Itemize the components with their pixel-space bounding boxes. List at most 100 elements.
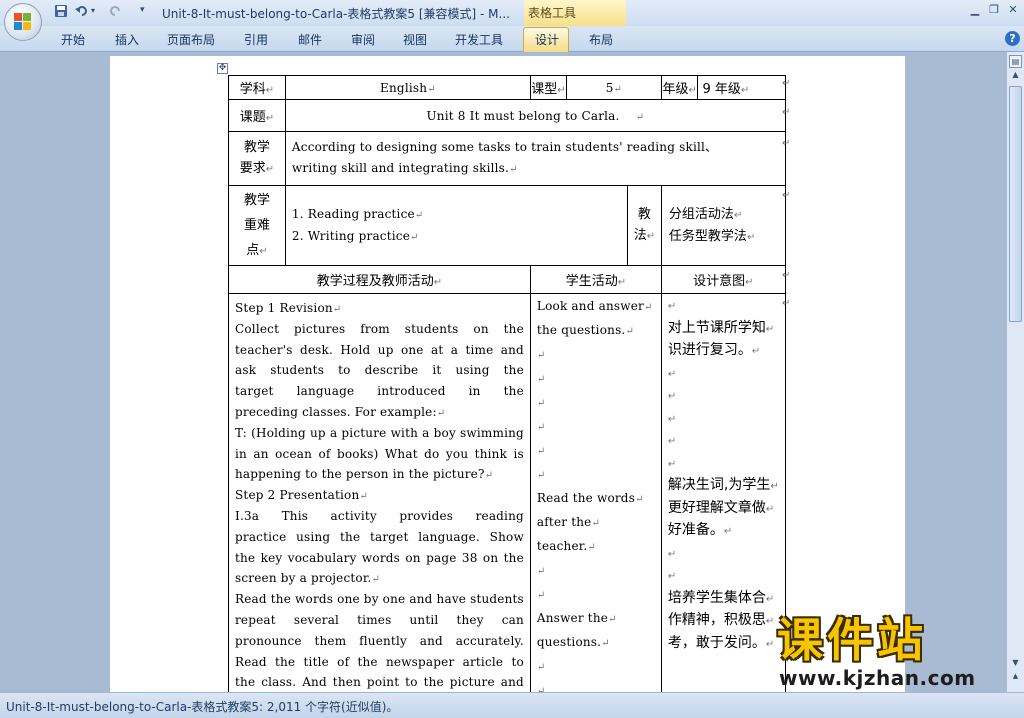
document-page[interactable]: ✥ 学科↵ English↵ 课型↵ 5↵ 年级↵ 9 年级↵ 课题↵ Unit… (110, 56, 905, 692)
line-text: Read the words (536, 491, 636, 505)
restore-icon[interactable]: ❐ (986, 3, 1002, 17)
requirement-line-2: writing skill and integrating skills.↵ (291, 161, 518, 175)
student-line: ↵ (537, 462, 655, 486)
requirement-label-line: 教学 (243, 140, 270, 155)
subject-value-cell[interactable]: English↵ (284, 75, 531, 100)
method-label-line: 教 (637, 207, 651, 222)
paragraph-mark-icon: ↵ (667, 571, 677, 582)
line-text: the class. And then point to the picture… (235, 675, 524, 690)
student-line: the questions.↵ (537, 318, 655, 342)
tab-design[interactable]: 设计 (535, 31, 559, 48)
tab-page-layout[interactable]: 页面布局 (167, 31, 215, 48)
office-button[interactable] (4, 3, 42, 41)
paragraph-mark-icon: ↵ (643, 302, 653, 313)
tab-home[interactable]: 开始 (61, 31, 85, 48)
method-label-cell: 教 法↵ (626, 185, 662, 266)
lesson-plan-table: 学科↵ English↵ 课型↵ 5↵ 年级↵ 9 年级↵ 课题↵ Unit 8… (228, 75, 786, 692)
paragraph-mark-icon: ↵ (751, 346, 761, 357)
paragraph-mark-icon: ↵ (587, 542, 596, 553)
line-text: Look and answer (536, 299, 644, 313)
ruler-toggle-icon[interactable]: ▤ (1009, 55, 1022, 68)
line-text: after the (536, 515, 592, 529)
scroll-thumb[interactable] (1009, 86, 1022, 322)
title-bar (0, 0, 1024, 26)
method-label-line-2: 法↵ (633, 228, 656, 243)
paragraph-mark-icon: ↵ (770, 481, 779, 492)
process-line: the class. And then point to the picture… (235, 672, 524, 692)
status-text: Unit-8-It-must-belong-to-Carla-表格式教案5: 2… (6, 700, 399, 714)
process-content-cell[interactable]: Step 1 Revision↵ Collect pictures from st… (228, 293, 531, 692)
line-text: teacher's desk. Hold up one at a time an… (235, 342, 524, 357)
intent-content-cell[interactable]: ↵ 对上节课所学知↵ 识进行复习。↵ ↵ ↵ ↵ ↵ ↵ 解决生词,为学生↵ 更好理解文章做↵ 好准… (660, 293, 786, 692)
minimize-icon[interactable]: ▁ (967, 3, 983, 17)
previous-page-icon[interactable]: ▲ (1009, 672, 1022, 681)
process-line: Collect pictures from students on the (235, 319, 524, 340)
redo-icon[interactable] (108, 4, 122, 20)
topic-value-cell[interactable]: Unit 8 It must belong to Carla. ↵ (284, 99, 786, 132)
line-text: 对上节课所学知 (667, 319, 766, 336)
paragraph-mark-icon: ↵ (332, 304, 342, 315)
paragraph-mark-icon: ↵ (591, 518, 601, 529)
difficulty-label-line: 重难 (243, 217, 270, 233)
intent-line: 好准备。↵ (668, 519, 779, 542)
scroll-down-icon[interactable]: ▼ (1009, 658, 1022, 672)
tab-review[interactable]: 审阅 (351, 31, 375, 48)
save-icon[interactable] (54, 4, 68, 20)
row-end-mark: ↵ (782, 78, 791, 89)
row-end-mark: ↵ (782, 298, 791, 309)
window-title: Unit-8-It-must-belong-to-Carla-表格式教案5 [兼… (162, 7, 510, 21)
row-end-mark: ↵ (782, 190, 791, 201)
intent-line: 解决生词,为学生↵ (668, 474, 779, 497)
line-text: practice using the target language. Show (235, 529, 524, 544)
requirement-line: According to designing some tasks to tra… (291, 140, 718, 154)
line-text: T: (Holding up a picture with a boy swim… (235, 425, 524, 440)
undo-icon[interactable] (75, 4, 89, 20)
grade-value-cell[interactable]: 9 年级↵ (697, 75, 786, 100)
table-tools-label: 表格工具 (528, 6, 577, 20)
student-line: ↵ (537, 390, 655, 414)
method-value-cell[interactable]: 分组活动法↵ 任务型教学法↵ (660, 185, 786, 266)
scroll-up-icon[interactable]: ▲ (1009, 70, 1022, 84)
line-text: Read the title of the newspaper article … (235, 654, 524, 669)
lesson-type-value-cell[interactable]: 5↵ (565, 75, 662, 100)
line-text: 培养学生集体合 (667, 589, 766, 606)
paragraph-mark-icon: ↵ (765, 638, 775, 650)
help-icon[interactable]: ? (1005, 31, 1020, 46)
row-end-mark: ↵ (782, 138, 791, 149)
student-line: questions.↵ (537, 630, 655, 654)
process-line: practice using the target language. Show (235, 527, 524, 548)
close-icon[interactable]: ✕ (1005, 3, 1021, 17)
intent-line: 更好理解文章做↵ (668, 497, 779, 520)
difficulty-value-cell[interactable]: 1. Reading practice↵ 2. Writing practice… (284, 185, 628, 266)
undo-dropdown-icon[interactable]: ▾ (91, 6, 95, 22)
intent-line: ↵ (668, 384, 779, 407)
tab-references[interactable]: 引用 (244, 31, 268, 48)
lesson-type-value: 5 (605, 80, 614, 95)
method-item-text: 分组活动法 (668, 206, 734, 222)
paragraph-mark-icon: ↵ (371, 574, 381, 586)
tab-mailings[interactable]: 邮件 (298, 31, 322, 48)
paragraph-mark-icon: ↵ (765, 503, 775, 515)
customize-toolbar-icon[interactable]: ▾ (140, 5, 145, 21)
tab-developer[interactable]: 开发工具 (455, 31, 503, 48)
tab-layout[interactable]: 布局 (589, 31, 613, 48)
tab-view[interactable]: 视图 (403, 31, 427, 48)
process-line: teacher's desk. Hold up one at a time an… (235, 340, 524, 361)
table-move-handle-icon[interactable]: ✥ (217, 63, 228, 74)
process-line: T: (Holding up a picture with a boy swim… (235, 423, 524, 444)
difficulty-item-text: 1. Reading practice (291, 206, 415, 221)
intent-line: ↵ (668, 429, 779, 452)
line-text: 好准备。 (667, 522, 724, 538)
student-line: Answer the↵ (537, 606, 655, 630)
paragraph-mark-icon: ↵ (608, 614, 617, 625)
paragraph-mark-icon: ↵ (484, 470, 494, 482)
tab-insert[interactable]: 插入 (115, 31, 139, 48)
paragraph-mark-icon: ↵ (635, 494, 644, 505)
student-content-cell[interactable]: Look and answer↵ the questions.↵ ↵ ↵ ↵ ↵ ↵ ↵ Rea… (529, 293, 662, 692)
vertical-scrollbar[interactable]: ▤ ▲ ▼ ▲ (1006, 52, 1024, 692)
line-text: in an ocean of books) What do you think … (235, 446, 524, 461)
line-text: I.3a This activity provides reading (235, 508, 524, 523)
paragraph-mark-icon: ↵ (536, 422, 546, 433)
requirement-value-cell[interactable]: According to designing some tasks to tra… (284, 131, 786, 186)
paragraph-mark-icon: ↵ (359, 491, 368, 503)
